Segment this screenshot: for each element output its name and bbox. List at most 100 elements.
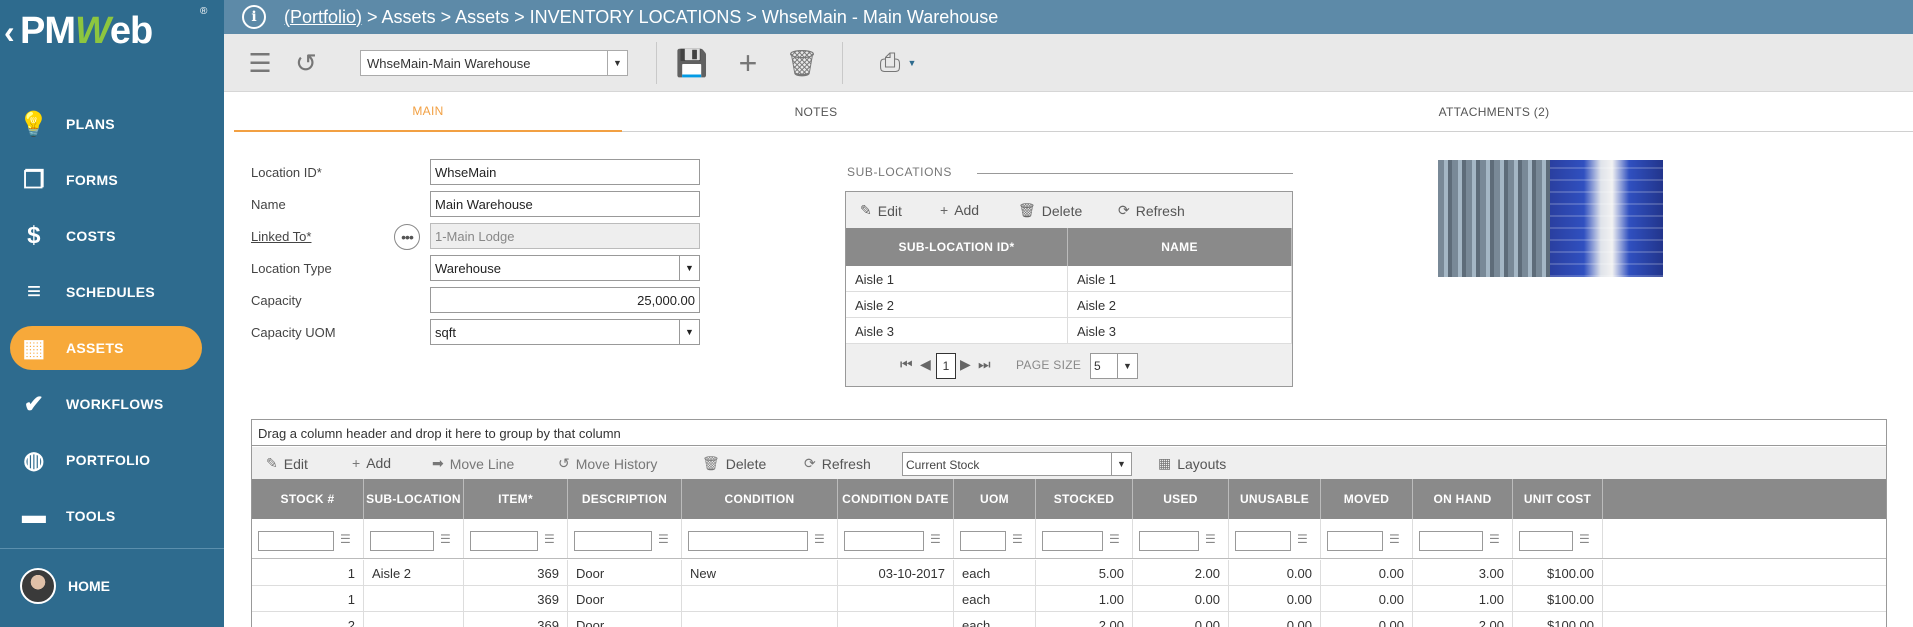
nav-item-tools[interactable]: ▬ TOOLS [0,488,224,544]
back-chevron-icon[interactable]: ‹ [4,14,15,51]
view-select[interactable]: Current Stock ▼ [902,452,1132,476]
column-header[interactable]: UOM [954,479,1036,519]
capacity-uom-select[interactable]: sqft ▼ [430,319,700,345]
filter-icon[interactable]: ☰ [1389,532,1400,546]
column-header[interactable]: MOVED [1321,479,1413,519]
more-icon[interactable]: ••• [394,224,420,250]
prev-page-icon[interactable]: ◀ [920,356,931,373]
move-history-button[interactable]: ↺ Move History [558,455,657,472]
table-row[interactable]: 1 369 Door each 1.00 0.00 0.00 0.00 1.00 $100.00 [252,586,1886,612]
current-page[interactable]: 1 [936,353,956,379]
sub-refresh-button[interactable]: ⟳ Refresh [1118,202,1185,219]
layouts-button[interactable]: ▦ Layouts [1158,455,1226,472]
filter-icon[interactable]: ☰ [440,532,451,546]
filter-icon[interactable]: ☰ [1109,532,1120,546]
filter-icon[interactable]: ☰ [1205,532,1216,546]
column-header[interactable]: NAME [1068,228,1292,266]
filter-input[interactable] [960,531,1006,551]
sub-delete-button[interactable]: 🗑 Delete [1018,202,1082,219]
table-cell: 2.00 [1133,560,1229,585]
nav-item-assets[interactable]: ▦ ASSETS [0,320,224,376]
filter-input[interactable] [1519,531,1573,551]
column-header[interactable]: UNIT COST [1513,479,1603,519]
record-select[interactable]: WhseMain-Main Warehouse ▼ [360,50,628,76]
first-page-icon[interactable]: ⏮ [900,356,913,373]
history-icon[interactable]: ↺ [290,47,322,79]
column-header[interactable]: STOCK # [252,479,364,519]
column-header[interactable]: CONDITION DATE [838,479,954,519]
stock-add-button[interactable]: + Add [352,455,391,471]
print-icon[interactable]: ⎙ [874,47,906,79]
capacity-field[interactable]: 25,000.00 [430,287,700,313]
nav-item-portfolio[interactable]: ◍ PORTFOLIO [0,432,224,488]
location-id-field[interactable]: WhseMain [430,159,700,185]
breadcrumb-portfolio-link[interactable]: (Portfolio) [284,7,362,28]
trash-icon[interactable]: 🗑 [786,47,819,79]
filter-input[interactable] [688,531,808,551]
table-row[interactable]: Aisle 3 Aisle 3 [846,318,1292,344]
filter-icon[interactable]: ☰ [1489,532,1500,546]
stock-refresh-button[interactable]: ⟳ Refresh [804,455,871,472]
column-header[interactable]: CONDITION [682,479,838,519]
filter-input[interactable] [470,531,538,551]
move-line-button[interactable]: ➡ Move Line [432,455,514,472]
tab-main[interactable]: MAIN [234,92,622,132]
nav-item-plans[interactable]: 💡 PLANS [0,96,224,152]
filter-icon[interactable]: ☰ [340,532,351,546]
column-header[interactable]: ON HAND [1413,479,1513,519]
filter-icon[interactable]: ☰ [658,532,669,546]
nav-item-workflows[interactable]: ✔ WORKFLOWS [0,376,224,432]
stock-edit-button[interactable]: ✎ Edit [266,455,308,472]
stock-delete-button[interactable]: 🗑 Delete [702,455,766,472]
name-field[interactable]: Main Warehouse [430,191,700,217]
filter-input[interactable] [258,531,334,551]
location-type-select[interactable]: Warehouse ▼ [430,255,700,281]
nav-item-forms[interactable]: ❐ FORMS [0,152,224,208]
filter-input[interactable] [844,531,924,551]
column-header[interactable]: USED [1133,479,1229,519]
location-photo[interactable] [1438,160,1663,277]
column-header[interactable]: SUB-LOCATION [364,479,464,519]
filter-icon[interactable]: ☰ [1297,532,1308,546]
tab-notes[interactable]: NOTES [622,92,1010,132]
column-header[interactable]: STOCKED [1036,479,1133,519]
column-header[interactable]: ITEM* [464,479,568,519]
nav-item-costs[interactable]: $ COSTS [0,208,224,264]
nav-item-schedules[interactable]: ≡ SCHEDULES [0,264,224,320]
info-icon[interactable]: i [242,5,266,29]
filter-icon[interactable]: ☰ [1579,532,1590,546]
filter-input[interactable] [1235,531,1291,551]
list-icon[interactable]: ☰ [244,47,276,79]
group-by-bar[interactable]: Drag a column header and drop it here to… [252,420,1886,446]
filter-input[interactable] [1042,531,1103,551]
filter-icon[interactable]: ☰ [930,532,941,546]
linked-to-label[interactable]: Linked To* [251,229,311,244]
avatar [20,568,56,604]
table-row[interactable]: Aisle 2 Aisle 2 [846,292,1292,318]
filter-icon[interactable]: ☰ [814,532,825,546]
next-page-icon[interactable]: ▶ [960,356,971,373]
filter-input[interactable] [574,531,652,551]
tab-attachments[interactable]: ATTACHMENTS (2) [1334,92,1654,132]
column-header[interactable]: UNUSABLE [1229,479,1321,519]
filter-input[interactable] [1139,531,1199,551]
filter-input[interactable] [1419,531,1483,551]
column-header[interactable]: SUB-LOCATION ID* [846,228,1068,266]
nav-item-home[interactable]: HOME [0,562,224,610]
column-header[interactable]: DESCRIPTION [568,479,682,519]
filter-input[interactable] [370,531,434,551]
sub-edit-button[interactable]: ✎ Edit [860,202,902,219]
filter-icon[interactable]: ☰ [1012,532,1023,546]
sub-add-button[interactable]: + Add [940,202,979,218]
add-icon[interactable]: + [732,45,764,81]
filter-input[interactable] [1327,531,1383,551]
chevron-down-icon[interactable]: ▼ [904,47,920,79]
last-page-icon[interactable]: ⏭ [978,356,991,373]
table-row[interactable]: Aisle 1 Aisle 1 [846,266,1292,292]
filter-icon[interactable]: ☰ [544,532,555,546]
page-size-select[interactable]: 5 ▼ [1090,353,1138,379]
table-row[interactable]: 1 Aisle 2 369 Door New 03-10-2017 each 5.00 2.00… [252,560,1886,586]
pmweb-logo[interactable]: ‹ PMWeb ® [0,0,224,64]
save-icon[interactable]: 💾 [676,47,708,79]
table-row[interactable]: 2 369 Door each 2.00 0.00 0.00 0.00 2.00 $100.00 [252,612,1886,627]
